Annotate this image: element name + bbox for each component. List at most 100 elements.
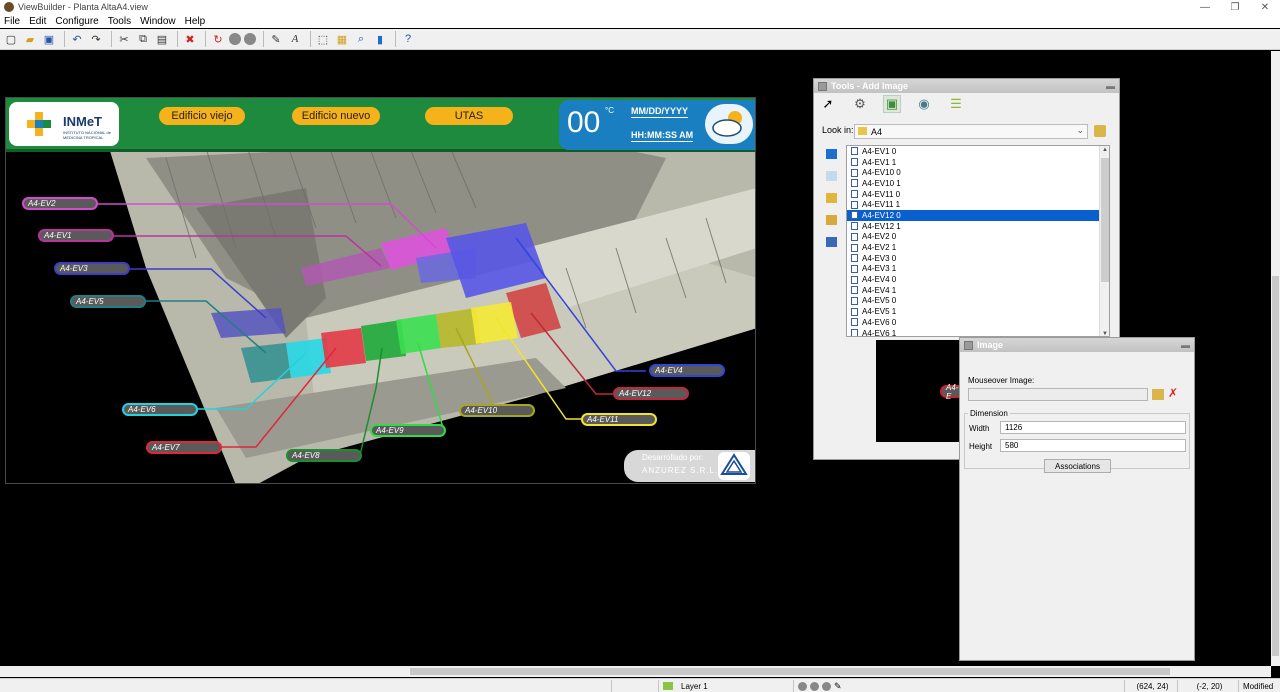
width-field[interactable]: 1126 [1000,421,1186,434]
menu-edit[interactable]: Edit [29,16,46,27]
file-item[interactable]: A4-EV12 1 [847,221,1109,232]
help-icon[interactable]: ? [400,31,416,47]
tag-a4-ev12[interactable]: A4-EV12 [613,387,689,400]
horizontal-scroll-thumb[interactable] [410,668,1170,675]
image-icon[interactable]: ▦ [334,31,350,47]
tag-a4-ev3[interactable]: A4-EV3 [54,262,130,275]
redo-icon[interactable]: ↷ [88,31,104,47]
tag-a4-ev8[interactable]: A4-EV8 [286,449,362,462]
layer-indicator[interactable]: Layer 1 [658,680,792,692]
delete-icon[interactable]: ✖ [182,31,198,47]
zoom-icon[interactable]: ⌕ [353,31,369,47]
file-list[interactable]: A4-EV1 0 A4-EV1 1 A4-EV10 0 A4-EV10 1 A4… [846,145,1110,337]
vertical-scrollbar[interactable] [1271,51,1280,666]
file-item[interactable]: A4-EV6 1 [847,328,1109,336]
new-file-icon[interactable]: ▢ [3,31,19,47]
maximize-button[interactable]: ❐ [1220,0,1250,14]
status-stop-icon[interactable] [810,681,819,691]
vertical-scroll-thumb[interactable] [1272,276,1279,656]
file-item[interactable]: A4-EV3 1 [847,264,1109,275]
paste-icon[interactable]: ▤ [154,31,170,47]
copy-icon[interactable]: ⧉ [135,31,151,47]
documents-icon[interactable] [826,171,837,181]
utas-button[interactable]: UTAS [425,107,513,125]
title-bar: ViewBuilder - Planta AltaA4.view — ❐ ✕ [0,0,1280,14]
tag-a4-ev10[interactable]: A4-EV10 [459,404,535,417]
file-item[interactable]: A4-EV4 0 [847,274,1109,285]
file-list-scrollbar[interactable]: ▲ ▼ [1099,146,1109,336]
tag-a4-ev5[interactable]: A4-EV5 [70,295,146,308]
tag-a4-ev2[interactable]: A4-EV2 [22,197,98,210]
text-icon[interactable]: A [287,31,303,47]
file-item[interactable]: A4-EV1 0 [847,146,1109,157]
tag-a4-ev9[interactable]: A4-EV9 [370,424,446,437]
tag-a4-ev4[interactable]: A4-EV4 [649,364,725,377]
pause-icon[interactable] [244,33,256,45]
horizontal-scrollbar[interactable] [0,666,1271,677]
tools-panel-titlebar[interactable]: Tools - Add Image ▬ [814,79,1119,93]
menu-tools[interactable]: Tools [108,16,131,27]
close-button[interactable]: ✕ [1250,0,1280,14]
menu-window[interactable]: Window [140,16,176,27]
image-panel-titlebar[interactable]: Image ▬ [960,338,1194,352]
browse-folder-icon[interactable] [1152,389,1164,400]
tag-a4-ev6[interactable]: A4-EV6 [122,403,198,416]
menu-configure[interactable]: Configure [55,16,98,27]
file-item[interactable]: A4-EV2 0 [847,232,1109,243]
status-wand-icon[interactable]: ✎ [834,681,842,692]
status-record-icon[interactable] [798,681,807,691]
edificio-viejo-button[interactable]: Edificio viejo [159,107,245,125]
clear-image-icon[interactable]: ✗ [1168,386,1178,400]
file-item[interactable]: A4-EV5 1 [847,306,1109,317]
file-item[interactable]: A4-EV1 1 [847,157,1109,168]
temperature-unit: °C [605,106,614,115]
floor-plan-view[interactable]: INMeT INSTITUTO NACIONAL de MEDICINA TRO… [5,97,756,484]
open-folder-icon[interactable]: ▰ [22,31,38,47]
mouseover-image-field[interactable] [968,388,1148,401]
stop-icon[interactable] [229,33,241,45]
file-item[interactable]: A4-EV10 0 [847,167,1109,178]
network-folder-icon[interactable] [826,215,837,225]
tag-a4-ev7[interactable]: A4-EV7 [146,441,222,454]
file-item-selected[interactable]: A4-EV12 0 [847,210,1109,221]
logo-name: INMeT [63,114,102,129]
gears-icon[interactable]: ⚙ [852,96,868,112]
height-field[interactable]: 580 [1000,439,1186,452]
pointer-icon[interactable]: ➚ [820,96,836,112]
look-in-dropdown[interactable]: A4 ⌄ [854,124,1088,139]
record-icon[interactable]: ↻ [210,31,226,47]
status-pause-icon[interactable] [822,681,831,691]
minimize-button[interactable]: — [1190,0,1220,14]
file-item[interactable]: A4-EV6 0 [847,317,1109,328]
menu-help[interactable]: Help [185,16,206,27]
save-icon[interactable]: ▣ [41,31,57,47]
panel-minimize-icon[interactable]: ▬ [1106,81,1115,91]
file-item[interactable]: A4-EV2 1 [847,242,1109,253]
add-image-icon[interactable]: ▣ [883,95,901,113]
tag-a4-ev11[interactable]: A4-EV11 [581,413,657,426]
file-item[interactable]: A4-EV11 1 [847,199,1109,210]
associations-button[interactable]: Associations [1044,459,1111,473]
panel-minimize-icon[interactable]: ▬ [1181,340,1190,350]
file-item[interactable]: A4-EV11 0 [847,189,1109,200]
edificio-nuevo-button[interactable]: Edificio nuevo [292,107,380,125]
desktop-icon[interactable] [826,149,837,159]
folder-open-icon[interactable] [826,193,837,203]
layers-icon[interactable]: ☰ [948,96,964,112]
file-item[interactable]: A4-EV4 1 [847,285,1109,296]
cut-icon[interactable]: ✂ [116,31,132,47]
tag-a4-ev1[interactable]: A4-EV1 [38,229,114,242]
file-item[interactable]: A4-EV3 0 [847,253,1109,264]
file-item[interactable]: A4-EV10 1 [847,178,1109,189]
wand-icon[interactable]: ✎ [268,31,284,47]
menu-file[interactable]: File [4,16,20,27]
computer-icon[interactable] [826,237,837,247]
up-folder-icon[interactable] [1094,125,1106,137]
file-item[interactable]: A4-EV5 0 [847,296,1109,307]
file-list-scroll-thumb[interactable] [1101,158,1109,282]
select-icon[interactable]: ⬚ [315,31,331,47]
chart-icon[interactable]: ▮ [372,31,388,47]
add-component-icon[interactable]: ◉ [916,96,932,112]
scroll-up-icon[interactable]: ▲ [1100,147,1109,153]
undo-icon[interactable]: ↶ [69,31,85,47]
